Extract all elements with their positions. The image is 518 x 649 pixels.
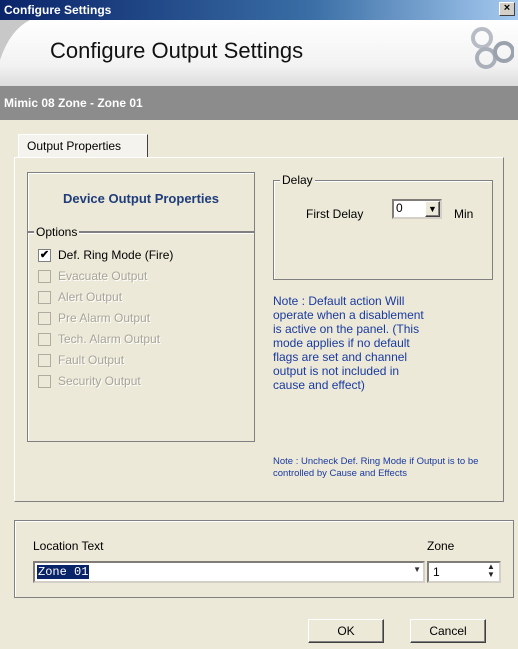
subheader-bar: Mimic 08 Zone - Zone 01	[0, 86, 518, 120]
banner: Configure Output Settings	[0, 20, 518, 86]
default-action-note: Note : Default action Will operate when …	[273, 294, 424, 392]
checkbox	[38, 333, 51, 346]
device-output-box: Device Output Properties	[27, 172, 255, 232]
checkbox	[38, 312, 51, 325]
brand-logo-icon	[471, 27, 514, 69]
spin-arrows-icon[interactable]: ▲ ▼	[483, 563, 499, 581]
subheader-text: Mimic 08 Zone - Zone 01	[4, 96, 143, 110]
tab-output-properties[interactable]: Output Properties	[18, 134, 148, 158]
options-group: Options ✔ Def. Ring Mode (Fire) Evacuate…	[27, 225, 255, 442]
ok-button[interactable]: OK	[308, 619, 384, 643]
location-text-value: Zone 01	[37, 565, 90, 579]
chevron-down-icon[interactable]: ▼	[413, 565, 421, 574]
delay-legend: Delay	[280, 173, 315, 187]
window-title: Configure Settings	[4, 3, 112, 17]
location-text-label: Location Text	[33, 539, 104, 553]
checkbox	[38, 270, 51, 283]
checkbox	[38, 291, 51, 304]
first-delay-label: First Delay	[306, 207, 364, 221]
zone-label: Zone	[427, 539, 455, 553]
checkbox	[38, 354, 51, 367]
swoosh-decoration	[0, 20, 30, 60]
zone-value: 1	[433, 565, 440, 579]
checkbox[interactable]: ✔	[38, 249, 51, 262]
delay-group: Delay First Delay 0 ▼ Min	[273, 173, 493, 280]
tab-label: Output Properties	[27, 139, 122, 153]
uncheck-note: Note : Uncheck Def. Ring Mode if Output …	[273, 456, 479, 479]
delay-unit: Min	[454, 207, 474, 221]
first-delay-select[interactable]: 0 ▼	[392, 199, 442, 219]
first-delay-value: 0	[396, 201, 403, 215]
location-text-input[interactable]: Zone 01 ▼	[33, 561, 425, 583]
title-bar: Configure Settings ×	[0, 0, 518, 20]
zone-stepper[interactable]: 1 ▲ ▼	[427, 561, 501, 583]
chevron-down-icon[interactable]: ▼	[425, 201, 440, 217]
location-panel: Location Text Zone Zone 01 ▼ 1 ▲ ▼	[14, 520, 514, 598]
tab-panel: Device Output Properties Options ✔ Def. …	[14, 157, 504, 502]
checkbox	[38, 375, 51, 388]
close-button[interactable]: ×	[499, 2, 515, 16]
options-legend: Options	[34, 225, 80, 239]
banner-heading: Configure Output Settings	[50, 38, 304, 63]
device-output-label: Device Output Properties	[62, 191, 220, 206]
cancel-button[interactable]: Cancel	[410, 619, 486, 643]
